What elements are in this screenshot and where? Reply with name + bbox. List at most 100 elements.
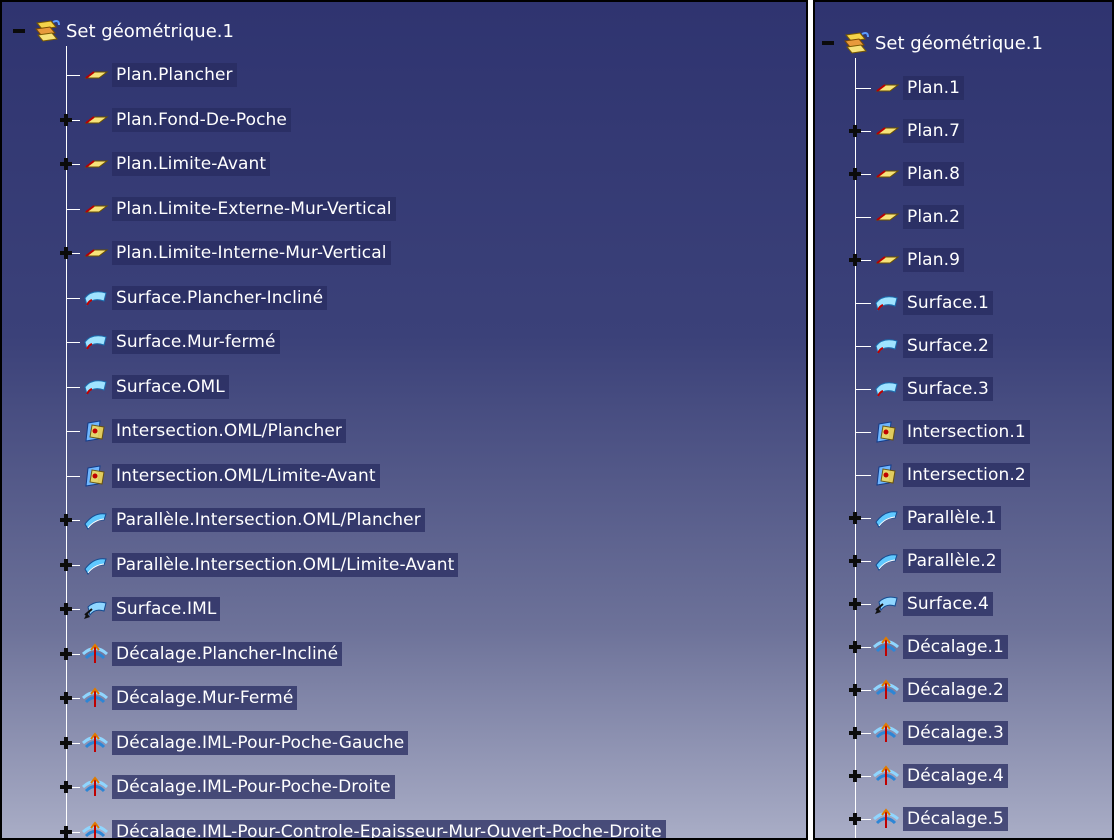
tree-item[interactable]: Plan.2 xyxy=(871,202,964,232)
tree-item[interactable]: Surface.3 xyxy=(871,374,993,404)
parallel-curve-icon xyxy=(84,513,107,530)
expand-icon[interactable] xyxy=(59,602,73,616)
tree-root-geometric-set[interactable]: Set géométrique.1 xyxy=(819,28,1043,58)
tree-item-label: Surface.Plancher-Incliné xyxy=(112,285,328,310)
expand-icon[interactable] xyxy=(848,640,862,654)
surface-icon xyxy=(84,335,107,351)
plane-icon xyxy=(875,84,900,92)
expand-icon[interactable] xyxy=(59,780,73,794)
tree-item-label: Plan.Plancher xyxy=(112,63,237,87)
surface-icon xyxy=(84,290,107,306)
tree-item[interactable]: Plan.Limite-Avant xyxy=(80,149,271,179)
expand-icon[interactable] xyxy=(59,558,73,572)
plane-icon xyxy=(84,71,109,79)
tree-item[interactable]: Décalage.IML-Pour-Poche-Gauche xyxy=(80,728,409,758)
tree-item[interactable]: Décalage.5 xyxy=(871,804,1008,834)
plane-icon xyxy=(875,127,900,135)
tree-branch-line xyxy=(855,475,871,476)
collapse-icon[interactable] xyxy=(12,24,26,38)
tree-item[interactable]: Décalage.3 xyxy=(871,718,1008,748)
tree-item[interactable]: Décalage.Mur-Fermé xyxy=(80,683,298,713)
tree-item-label: Plan.2 xyxy=(903,205,964,229)
expand-icon[interactable] xyxy=(848,124,862,138)
expand-icon[interactable] xyxy=(59,825,73,839)
tree-item[interactable]: Plan.Limite-Externe-Mur-Vertical xyxy=(80,194,396,224)
tree-item[interactable]: Plan.8 xyxy=(871,159,964,189)
tree-item[interactable]: Surface.4 xyxy=(871,589,993,619)
expand-icon[interactable] xyxy=(59,513,73,527)
expand-icon[interactable] xyxy=(59,691,73,705)
surface-iml-icon xyxy=(875,596,898,614)
expand-icon[interactable] xyxy=(848,812,862,826)
tree-item[interactable]: Plan.7 xyxy=(871,116,964,146)
tree-item-label: Parallèle.Intersection.OML/Plancher xyxy=(112,508,425,532)
expand-icon[interactable] xyxy=(848,167,862,181)
expand-icon[interactable] xyxy=(848,253,862,267)
tree-item[interactable]: Parallèle.2 xyxy=(871,546,1001,576)
tree-item[interactable]: Décalage.4 xyxy=(871,761,1008,791)
tree-item[interactable]: Plan.9 xyxy=(871,245,964,275)
tree-item-label: Décalage.IML-Pour-Poche-Droite xyxy=(112,775,395,799)
tree-item[interactable]: Surface.1 xyxy=(871,288,993,318)
parallel-curve-icon xyxy=(875,554,898,571)
expand-icon[interactable] xyxy=(848,511,862,525)
expand-icon[interactable] xyxy=(59,736,73,750)
tree-item[interactable]: Surface.OML xyxy=(80,372,229,402)
tree-branch-line xyxy=(66,475,80,477)
expand-icon[interactable] xyxy=(59,157,73,171)
tree-item-label: Surface.Mur-fermé xyxy=(112,330,280,354)
tree-item[interactable]: Plan.Limite-Interne-Mur-Vertical xyxy=(80,238,391,268)
tree-item[interactable]: Décalage.1 xyxy=(871,632,1008,662)
tree-root-geometric-set[interactable]: Set géométrique.1 xyxy=(10,16,234,46)
tree-item-label: Plan.9 xyxy=(903,248,964,272)
expand-icon[interactable] xyxy=(848,769,862,783)
tree-item[interactable]: Intersection.OML/Limite-Avant xyxy=(80,461,380,491)
tree-item[interactable]: Parallèle.Intersection.OML/Limite-Avant xyxy=(80,550,459,580)
tree-item-label: Plan.7 xyxy=(903,119,964,143)
tree-item-label: Intersection.OML/Limite-Avant xyxy=(112,463,380,488)
surface-icon xyxy=(84,379,107,395)
tree-branch-line xyxy=(66,386,80,388)
tree-item[interactable]: Plan.1 xyxy=(871,73,964,103)
tree-item[interactable]: Parallèle.Intersection.OML/Plancher xyxy=(80,505,425,535)
tree-item[interactable]: Plan.Plancher xyxy=(80,60,237,90)
expand-icon[interactable] xyxy=(848,726,862,740)
plane-icon xyxy=(84,249,109,257)
tree-item[interactable]: Intersection.OML/Plancher xyxy=(80,416,347,446)
offset-icon xyxy=(81,731,109,752)
tree-item[interactable]: Décalage.2 xyxy=(871,675,1008,705)
tree-item-label: Décalage.Mur-Fermé xyxy=(112,686,298,710)
expand-icon[interactable] xyxy=(848,554,862,568)
tree-item[interactable]: Parallèle.1 xyxy=(871,503,1001,533)
tree-item[interactable]: Surface.Mur-fermé xyxy=(80,327,280,357)
tree-item-label: Surface.OML xyxy=(112,374,229,399)
tree-item[interactable]: Intersection.1 xyxy=(871,417,1030,447)
expand-icon[interactable] xyxy=(59,113,73,127)
expand-icon[interactable] xyxy=(59,647,73,661)
tree-item-label: Décalage.IML-Pour-Poche-Gauche xyxy=(112,730,409,755)
tree-item[interactable]: Surface.2 xyxy=(871,331,993,361)
tree-item[interactable]: Décalage.IML-Pour-Poche-Droite xyxy=(80,772,395,802)
tree-item-label: Parallèle.Intersection.OML/Limite-Avant xyxy=(112,552,459,577)
tree-branch-line xyxy=(855,217,871,218)
tree-item-label: Décalage.1 xyxy=(903,635,1008,659)
tree-item-label: Décalage.2 xyxy=(903,678,1008,702)
expand-icon[interactable] xyxy=(848,683,862,697)
tree-item-label: Plan.Limite-Avant xyxy=(112,152,271,176)
tree-item[interactable]: Décalage.Plancher-Incliné xyxy=(80,639,343,669)
plane-icon xyxy=(84,160,109,168)
tree-item[interactable]: Décalage.IML-Pour-Controle-Epaisseur-Mur… xyxy=(80,817,666,838)
tree-item[interactable]: Surface.IML xyxy=(80,594,221,624)
expand-icon[interactable] xyxy=(848,597,862,611)
tree-branch-line xyxy=(855,432,871,433)
tree-item[interactable]: Surface.Plancher-Incliné xyxy=(80,283,328,313)
tree-branch-line xyxy=(66,75,80,76)
collapse-icon[interactable] xyxy=(821,36,835,50)
tree-item-label: Intersection.1 xyxy=(903,420,1030,444)
tree-item-label: Plan.Fond-De-Poche xyxy=(112,107,291,132)
offset-icon xyxy=(81,642,109,663)
tree-item[interactable]: Plan.Fond-De-Poche xyxy=(80,105,291,135)
tree-branch-line xyxy=(855,303,871,304)
tree-item[interactable]: Intersection.2 xyxy=(871,460,1030,490)
expand-icon[interactable] xyxy=(59,246,73,260)
